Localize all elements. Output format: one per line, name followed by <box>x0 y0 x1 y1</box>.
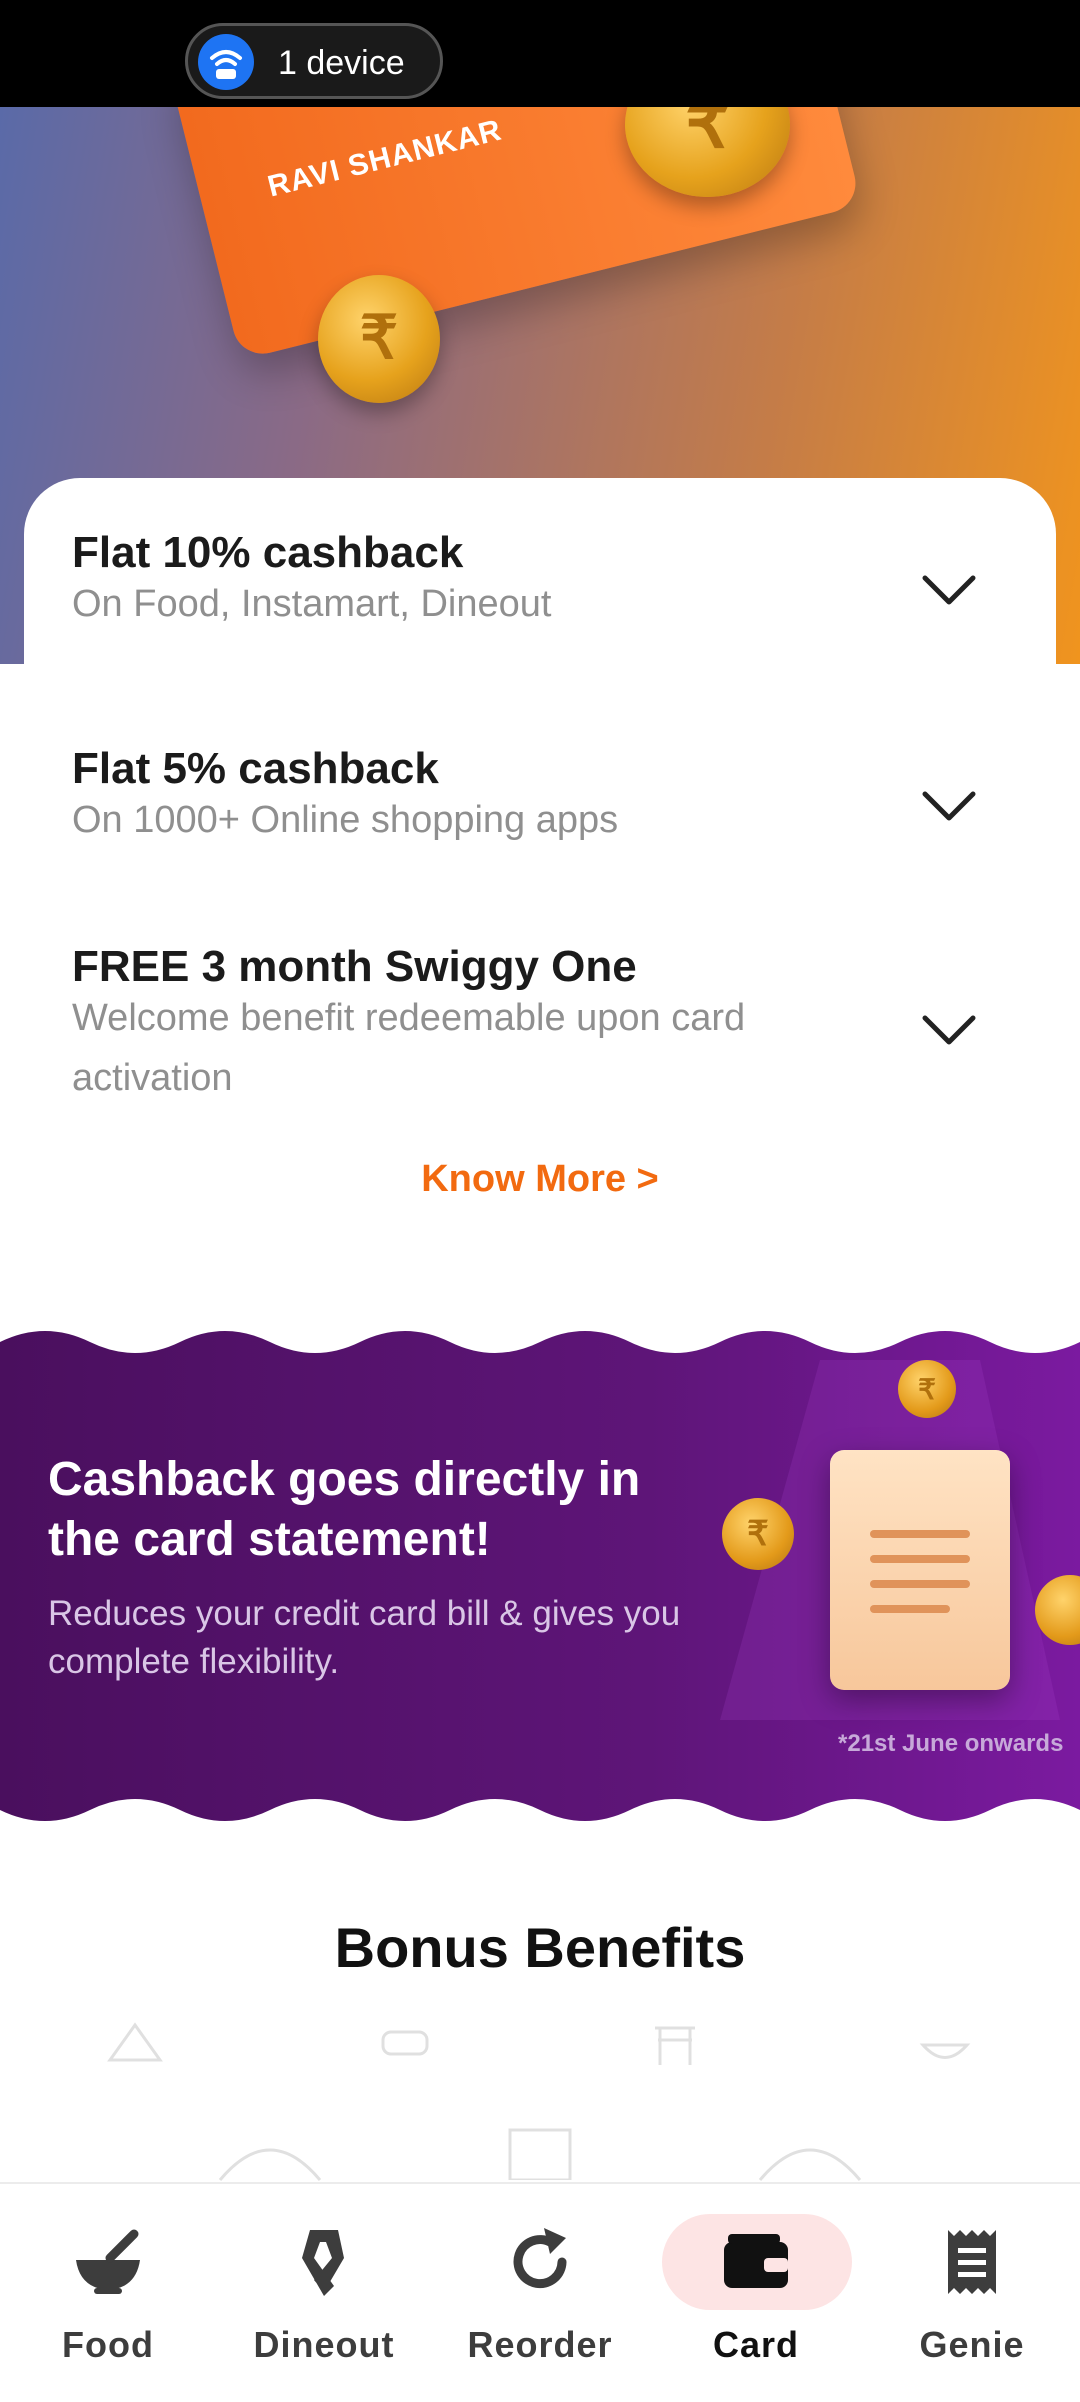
burger-doodle-icon <box>758 2148 862 2181</box>
know-more-link[interactable]: Know More > <box>0 1158 1080 1201</box>
nav-item-reorder[interactable]: Reorder <box>432 2184 648 2402</box>
section-title: Bonus Benefits <box>334 1916 746 1979</box>
nav-label: Food <box>62 2324 154 2365</box>
bottom-navigation: Food Dineout Reorder Card Genie <box>0 2182 1080 2402</box>
nav-label: Genie <box>919 2324 1025 2365</box>
benefit-subtitle: On Food, Instamart, Dineout <box>72 583 552 625</box>
device-count: 1 device <box>278 44 405 82</box>
torii-doodle-icon <box>655 2026 695 2065</box>
burger-doodle-icon <box>218 2148 322 2181</box>
connected-devices-pill[interactable]: 1 device <box>185 23 443 99</box>
refresh-icon <box>513 2228 567 2289</box>
coin-icon: ₹ <box>722 1498 794 1570</box>
nav-label: Reorder <box>467 2324 613 2365</box>
nav-item-card[interactable]: Card <box>648 2184 864 2402</box>
ribbon-icon <box>302 2230 344 2296</box>
status-bar: 1 device <box>0 0 1080 107</box>
nav-item-genie[interactable]: Genie <box>864 2184 1080 2402</box>
banner-title: Cashback goes directly in the card state… <box>48 1453 641 1566</box>
rupee-symbol: ₹ <box>685 107 730 162</box>
nav-item-food[interactable]: Food <box>0 2184 216 2402</box>
benefit-subtitle: Welcome benefit redeemable upon card act… <box>72 997 746 1099</box>
banner-footnote: *21st June onwards <box>838 1730 1064 1757</box>
coin-icon: ₹ <box>898 1360 956 1418</box>
milk-doodle-icon <box>508 2128 572 2180</box>
nav-item-dineout[interactable]: Dineout <box>216 2184 432 2402</box>
benefit-title: FREE 3 month Swiggy One <box>72 942 637 991</box>
rupee-symbol: ₹ <box>359 304 399 371</box>
chevron-down-icon[interactable] <box>919 570 979 610</box>
receipt-icon <box>948 2230 996 2294</box>
bowl-doodle-icon <box>919 2043 971 2059</box>
nav-label: Dineout <box>253 2324 395 2365</box>
wallet-icon <box>724 2234 788 2288</box>
benefit-title: Flat 10% cashback <box>72 528 464 577</box>
nav-label: Card <box>712 2324 800 2365</box>
coin-icon: ₹ <box>318 275 440 403</box>
bowl-icon <box>76 2229 140 2294</box>
cow-doodle-icon <box>381 2030 429 2056</box>
food-doodle-icon <box>107 2022 163 2062</box>
cashback-banner[interactable]: Cashback goes directly in the card state… <box>0 1320 1080 1830</box>
banner-subtitle: Reduces your credit card bill & gives yo… <box>48 1594 681 1681</box>
benefit-subtitle: On 1000+ Online shopping apps <box>72 799 619 841</box>
wifi-icon <box>198 34 254 90</box>
chevron-down-icon[interactable] <box>919 786 979 826</box>
benefits-card: Flat 10% cashback On Food, Instamart, Di… <box>24 478 1056 1178</box>
benefit-title: Flat 5% cashback <box>72 744 439 793</box>
statement-scroll-icon <box>830 1450 1010 1690</box>
chevron-down-icon[interactable] <box>919 1010 979 1050</box>
